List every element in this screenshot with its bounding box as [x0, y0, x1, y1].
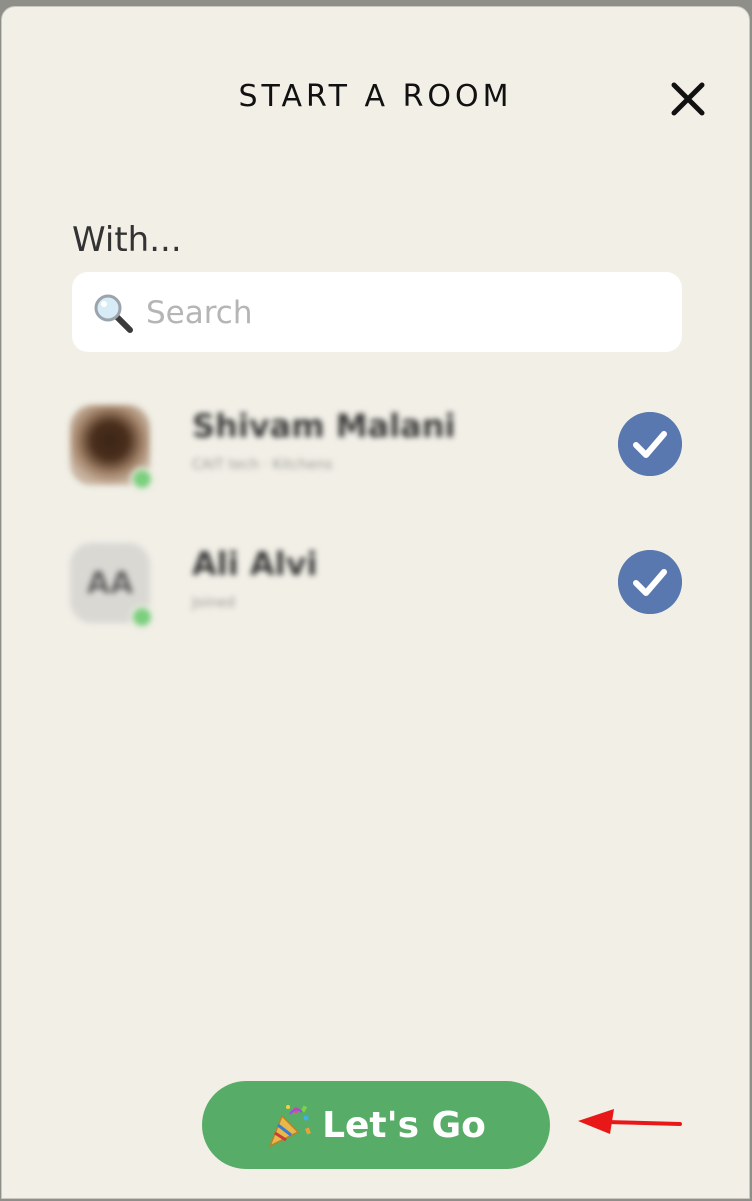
checkmark-icon[interactable] — [618, 412, 682, 476]
person-name: Shivam Malani — [192, 407, 456, 445]
close-icon[interactable] — [666, 77, 710, 121]
person-name: Ali Alvi — [192, 545, 318, 583]
page-title: START A ROOM — [238, 79, 513, 114]
with-label: With... — [72, 220, 182, 260]
person-subtitle: CAIT tech · Kitchens — [192, 457, 333, 473]
online-indicator — [130, 605, 154, 629]
start-room-sheet: START A ROOM With... Shivam Malani CAIT … — [1, 6, 750, 1199]
lets-go-label: Let's Go — [322, 1104, 486, 1146]
person-subtitle: Joined — [192, 595, 235, 611]
person-info: Shivam Malani CAIT tech · Kitchens — [62, 399, 455, 491]
checkmark-icon[interactable] — [618, 550, 682, 614]
online-indicator — [130, 467, 154, 491]
search-input[interactable] — [144, 288, 648, 338]
list-item[interactable]: Shivam Malani CAIT tech · Kitchens — [62, 399, 692, 491]
magnifying-glass-icon — [94, 294, 133, 333]
party-popper-icon — [268, 1105, 311, 1148]
lets-go-button[interactable]: Let's Go — [202, 1081, 550, 1169]
red-arrow-icon — [578, 1109, 682, 1134]
list-item[interactable]: AA Ali Alvi Joined — [62, 537, 692, 629]
screen-frame: START A ROOM With... Shivam Malani CAIT … — [0, 0, 752, 1201]
person-info: AA Ali Alvi Joined — [62, 537, 332, 629]
search-box[interactable] — [72, 272, 682, 352]
